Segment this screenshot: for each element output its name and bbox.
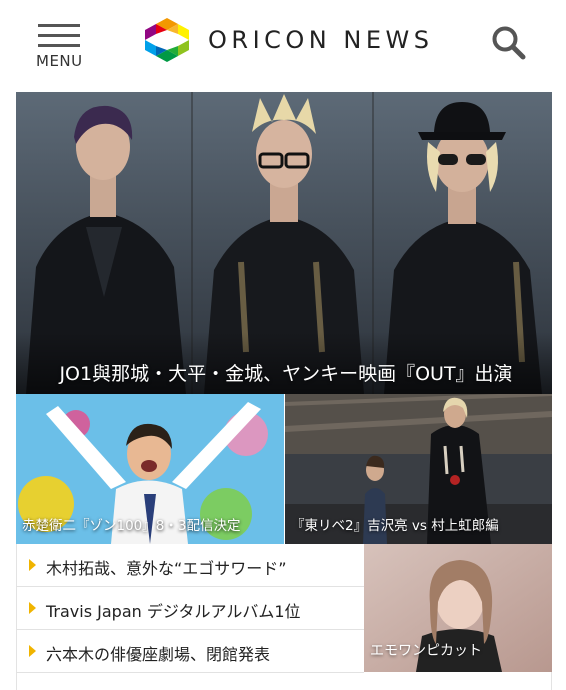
menu-label: MENU: [36, 52, 83, 70]
hamburger-icon-bar: [38, 44, 80, 47]
menu-button[interactable]: MENU: [36, 22, 84, 74]
tile-title[interactable]: 『東リベ2』吉沢亮 vs 村上虹郎編: [291, 514, 548, 534]
list-item[interactable]: Travis Japan デジタルアルバム1位: [16, 587, 364, 630]
site-header: MENU ORICON NEWS: [16, 0, 552, 92]
list-item[interactable]: 木村拓哉、意外な“エゴサワード”: [16, 544, 364, 587]
arrow-right-icon: [29, 645, 36, 657]
site-logo-text[interactable]: ORICON NEWS: [208, 26, 433, 54]
headline-text[interactable]: 六本木の俳優座劇場、閉館発表: [46, 641, 270, 665]
news-tile-emo-onepiece-cut[interactable]: エモワンピカット: [364, 544, 552, 672]
headline-text[interactable]: 木村拓哉、意外な“エゴサワード”: [46, 555, 287, 579]
list-item[interactable]: 六本木の俳優座劇場、閉館発表: [16, 630, 364, 673]
hero-title[interactable]: JO1與那城・大平・金城、ヤンキー映画『OUT』出演: [30, 359, 542, 386]
oricon-logo-icon[interactable]: [145, 18, 189, 62]
search-icon[interactable]: [490, 24, 526, 60]
news-tile-tokyo-revengers[interactable]: 『東リベ2』吉沢亮 vs 村上虹郎編: [285, 394, 552, 544]
arrow-right-icon: [29, 602, 36, 614]
tile-title[interactable]: 赤楚衛二『ゾン100』8・3配信決定: [22, 514, 280, 534]
news-headline-list: 木村拓哉、意外な“エゴサワード” Travis Japan デジタルアルバム1位…: [16, 544, 364, 673]
tile-title[interactable]: エモワンピカット: [370, 640, 482, 660]
hero-article[interactable]: JO1與那城・大平・金城、ヤンキー映画『OUT』出演: [16, 92, 552, 394]
hamburger-icon-bar: [38, 34, 80, 37]
arrow-right-icon: [29, 559, 36, 571]
hamburger-icon: [38, 24, 80, 27]
headline-text[interactable]: Travis Japan デジタルアルバム1位: [46, 598, 301, 622]
news-tile-zom100[interactable]: 赤楚衛二『ゾン100』8・3配信決定: [16, 394, 284, 544]
